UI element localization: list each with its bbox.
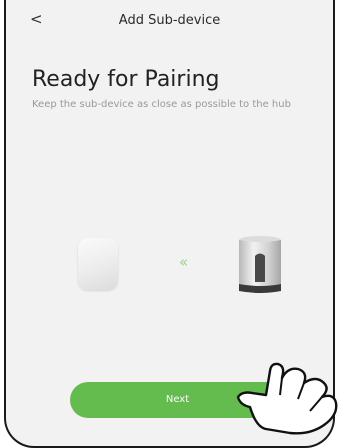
- double-chevron-left-icon: «: [179, 253, 189, 271]
- page-title: Add Sub-device: [118, 13, 221, 28]
- tap-hand-icon: [236, 362, 338, 435]
- pairing-instructions: Keep the sub-device as close as possible…: [32, 99, 291, 110]
- top-bar: < Add Sub-device: [6, 0, 333, 40]
- pairing-heading: Ready for Pairing: [32, 67, 220, 92]
- sub-device-image: [78, 238, 118, 290]
- hub-device-image: [239, 236, 281, 293]
